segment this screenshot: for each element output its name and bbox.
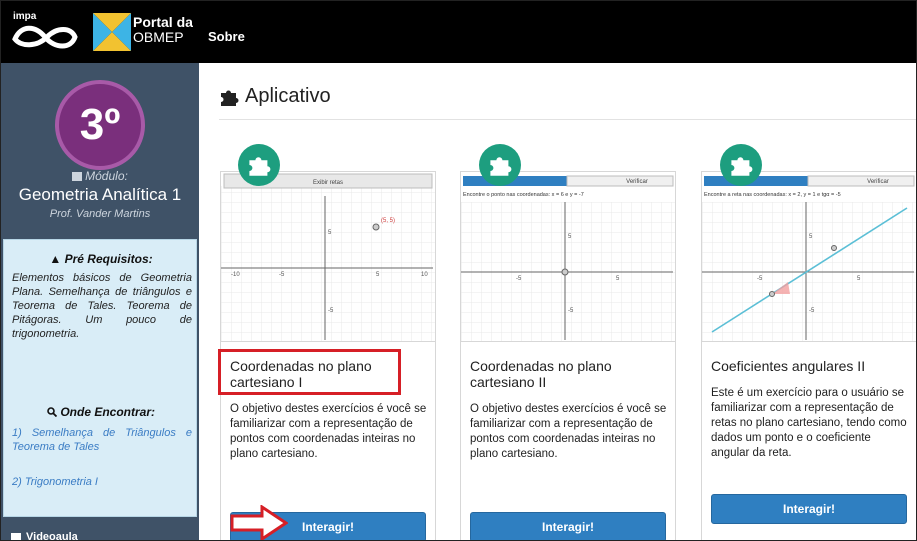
prereq-title-text: Pré Requisitos:: [64, 252, 153, 266]
puzzle-icon: [731, 157, 753, 176]
card-thumbnail[interactable]: Verificar Encontre o ponto nas coordenad…: [461, 172, 675, 342]
portal-line1: Portal da: [133, 14, 193, 30]
prerequisites-panel: ▲ Pré Requisitos: Elementos básicos de G…: [3, 239, 197, 517]
svg-text:-5: -5: [279, 272, 285, 278]
where-title-text: Onde Encontrar:: [60, 405, 156, 419]
video-icon: [11, 533, 21, 540]
nav-sobre[interactable]: Sobre: [208, 29, 245, 44]
puzzle-icon: [490, 157, 512, 176]
svg-text:-5: -5: [328, 308, 334, 314]
puzzle-badge: [238, 144, 280, 186]
impa-logo[interactable]: impa: [11, 11, 81, 53]
page-title: Aplicativo: [219, 85, 331, 108]
card-thumbnail[interactable]: Exibir retas -10 -5 5 10 5 -5 (5, 5): [221, 172, 435, 342]
svg-text:(5, 5): (5, 5): [381, 218, 395, 224]
professor-name: Prof. Vander Martins: [49, 208, 151, 220]
warning-icon: ▲: [49, 252, 62, 266]
prereq-text: Elementos básicos de Geometria Plana. Se…: [12, 272, 192, 340]
card-title[interactable]: Coeficientes angulares II: [711, 358, 911, 374]
interagir-button[interactable]: Interagir!: [711, 494, 907, 524]
modulo-title: Geometria Analítica 1: [18, 185, 182, 204]
app-card-coordenadas-2: Verificar Encontre o ponto nas coordenad…: [460, 171, 676, 540]
top-navbar: impa Portal da OBMEP Sobre: [1, 1, 916, 63]
svg-text:Encontre o ponto nas coordenad: Encontre o ponto nas coordenadas: x = 6 …: [463, 192, 584, 198]
obmep-logo[interactable]: [93, 13, 131, 51]
search-icon: [47, 405, 60, 419]
puzzle-icon: [249, 157, 271, 176]
arrow-right-icon: [230, 505, 288, 540]
puzzle-badge: [720, 144, 762, 186]
svg-text:-5: -5: [568, 308, 574, 314]
module-badge: 3º: [55, 80, 145, 170]
card-title[interactable]: Coordenadas no plano cartesiano II: [470, 358, 670, 390]
svg-text:Encontre a reta nas coordenada: Encontre a reta nas coordenadas: x = 2, …: [704, 192, 841, 198]
page-title-text: Aplicativo: [245, 85, 331, 107]
svg-text:10: 10: [421, 272, 428, 278]
puzzle-badge: [479, 144, 521, 186]
svg-text:-5: -5: [809, 308, 815, 314]
card-thumbnail[interactable]: Verificar Encontre a reta nas coordenada…: [702, 172, 916, 342]
card-description: Este é um exercício para o usuário se fa…: [711, 387, 907, 459]
sidebar: 3º Módulo: Geometria Analítica 1 Prof. V…: [1, 63, 199, 541]
thumb-button-label: Exibir retas: [313, 180, 343, 186]
videoaula-label: Videoaula: [26, 531, 78, 541]
prereq-title: ▲ Pré Requisitos:: [4, 252, 198, 266]
module-number: 3º: [79, 100, 121, 149]
portal-title[interactable]: Portal da OBMEP: [133, 15, 193, 45]
app-window: impa Portal da OBMEP Sobre 3º Módulo: Ge: [0, 0, 917, 541]
modulo-label-text: Módulo:: [85, 169, 128, 183]
modulo-label: Módulo:: [1, 169, 199, 183]
highlight-box: [218, 349, 401, 395]
svg-text:-10: -10: [231, 272, 240, 278]
book-icon: [72, 172, 83, 181]
impa-label: impa: [13, 11, 37, 22]
interagir-button[interactable]: Interagir!: [470, 512, 666, 540]
svg-text:Verificar: Verificar: [867, 179, 889, 185]
where-link-tales[interactable]: 1) Semelhança de Triângulos e Teorema de…: [12, 426, 192, 454]
heading-divider: [219, 119, 916, 120]
portal-line2: OBMEP: [133, 29, 184, 45]
where-link-trigonometria[interactable]: 2) Trigonometria I: [12, 475, 192, 489]
svg-text:-5: -5: [516, 276, 522, 282]
svg-text:-5: -5: [757, 276, 763, 282]
svg-text:Verificar: Verificar: [626, 179, 648, 185]
puzzle-icon: [221, 90, 239, 106]
app-card-coeficientes-angulares: Verificar Encontre a reta nas coordenada…: [701, 171, 916, 540]
card-description: O objetivo destes exercícios é você se f…: [230, 403, 427, 460]
sidebar-item-videoaula[interactable]: Videoaula: [11, 531, 78, 541]
where-title: Onde Encontrar:: [4, 405, 198, 419]
card-description: O objetivo destes exercícios é você se f…: [470, 403, 667, 460]
